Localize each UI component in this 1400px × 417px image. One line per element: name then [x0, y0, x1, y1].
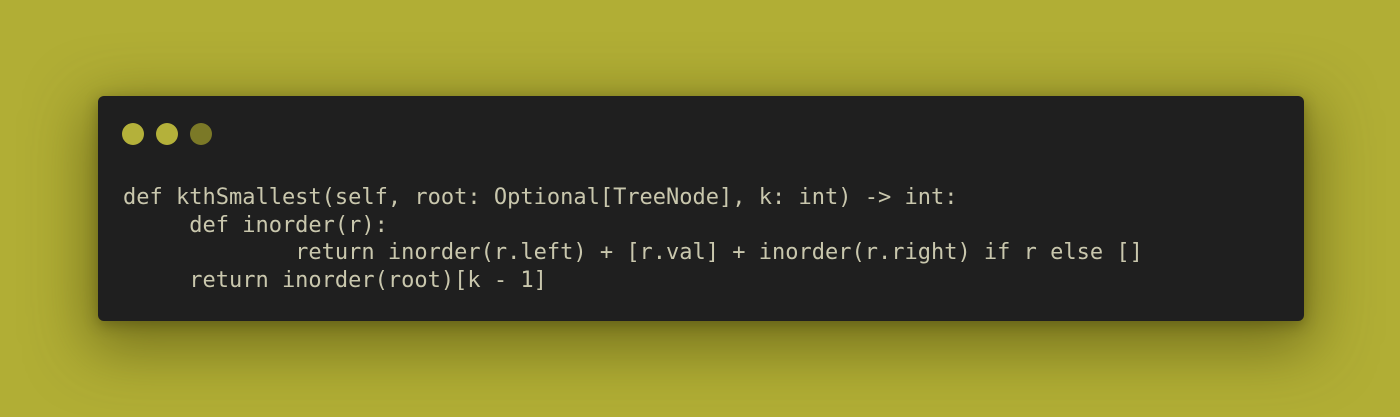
- code-block: def kthSmallest(self, root: Optional[Tre…: [123, 184, 1143, 294]
- maximize-dot: [190, 123, 212, 145]
- code-line-4: return inorder(root)[k - 1]: [123, 267, 547, 293]
- close-dot: [122, 123, 144, 145]
- code-window: def kthSmallest(self, root: Optional[Tre…: [98, 96, 1304, 321]
- window-controls: [122, 123, 212, 145]
- code-line-3: return inorder(r.left) + [r.val] + inord…: [123, 240, 1143, 265]
- code-line-2: def inorder(r):: [123, 212, 388, 238]
- minimize-dot: [156, 123, 178, 145]
- background: def kthSmallest(self, root: Optional[Tre…: [0, 0, 1400, 417]
- code-line-1: def kthSmallest(self, root: Optional[Tre…: [123, 185, 958, 210]
